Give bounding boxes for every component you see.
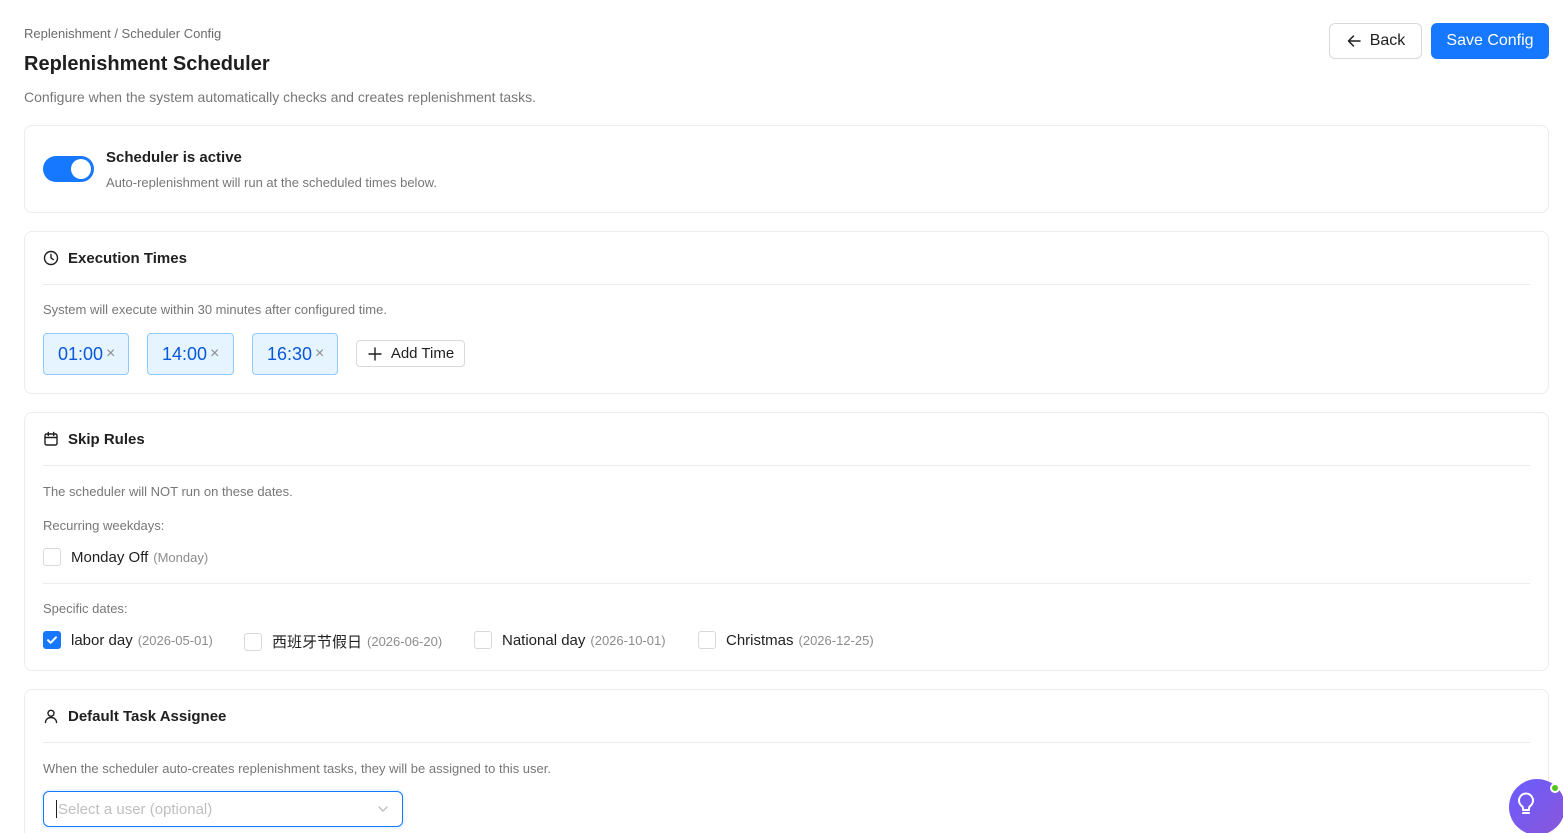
checkbox-label: National day (502, 631, 586, 649)
close-icon[interactable]: × (315, 345, 324, 363)
default-assignee-title: Default Task Assignee (68, 707, 227, 725)
checkbox-label: Monday Off (71, 548, 149, 566)
page-description: Configure when the system automatically … (24, 89, 537, 105)
lightbulb-icon (1514, 791, 1538, 817)
default-assignee-card: Default Task Assignee When the scheduler… (24, 689, 1549, 833)
save-config-button[interactable]: Save Config (1431, 23, 1549, 59)
scheduler-toggle[interactable] (43, 156, 94, 182)
checkbox[interactable] (244, 632, 262, 651)
execution-times-header: Execution Times (43, 232, 1530, 285)
close-icon[interactable]: × (210, 345, 219, 363)
checkbox-label: 西班牙节假日 (272, 634, 363, 651)
default-assignee-description: When the scheduler auto-creates replenis… (43, 761, 551, 776)
execution-times-title: Execution Times (68, 249, 187, 267)
time-tag-1400: 14:00 × (147, 333, 234, 375)
page-title: Replenishment Scheduler (24, 53, 270, 75)
date-checkbox-christmas[interactable]: Christmas (2026-12-25) (698, 631, 874, 649)
add-time-label: Add Time (390, 345, 455, 362)
date-checkbox-national-day[interactable]: National day (2026-10-01) (474, 631, 666, 649)
weekday-checkbox-monday[interactable]: Monday Off (Monday) (43, 548, 208, 566)
date-checkbox-spain-holiday[interactable]: 西班牙节假日 (2026-06-20) (244, 631, 442, 652)
skip-rules-card: Skip Rules The scheduler will NOT run on… (24, 412, 1549, 671)
plus-icon (367, 346, 383, 362)
calendar-icon (43, 431, 59, 447)
checkbox-hint: (Monday) (153, 549, 209, 565)
time-tag-value: 14:00 (162, 343, 208, 364)
assignee-select[interactable]: Select a user (optional) (43, 791, 403, 827)
execution-times-description: System will execute within 30 minutes af… (43, 302, 387, 317)
back-button-label: Back (1369, 32, 1406, 49)
checkbox-hint: (2026-12-25) (798, 632, 874, 648)
user-icon (43, 708, 59, 724)
scheduler-status-title: Scheduler is active (106, 149, 242, 166)
checkbox-hint: (2026-06-20) (367, 634, 443, 649)
checkbox[interactable] (43, 631, 61, 649)
text-caret (56, 800, 57, 818)
clock-icon (43, 250, 59, 266)
checkbox[interactable] (698, 631, 716, 649)
checkbox-hint: (2026-10-01) (590, 632, 666, 648)
time-tag-1630: 16:30 × (252, 333, 338, 375)
execution-times-card: Execution Times System will execute with… (24, 231, 1549, 394)
back-button[interactable]: Back (1329, 23, 1422, 59)
time-tag-value: 01:00 (58, 343, 104, 364)
checkbox[interactable] (474, 631, 492, 649)
skip-rules-header: Skip Rules (43, 413, 1530, 466)
checkbox[interactable] (43, 548, 61, 566)
check-icon (47, 636, 57, 644)
section-divider (43, 583, 1530, 584)
checkbox-label: Christmas (726, 631, 794, 649)
close-icon[interactable]: × (106, 345, 115, 363)
assignee-select-placeholder: Select a user (optional) (58, 800, 213, 818)
status-dot (1550, 783, 1560, 793)
date-checkbox-labor-day[interactable]: labor day (2026-05-01) (43, 631, 213, 649)
recurring-weekdays-label: Recurring weekdays: (43, 518, 165, 533)
chevron-down-icon[interactable] (376, 802, 390, 820)
arrow-left-icon (1346, 33, 1362, 49)
scheduler-status-description: Auto-replenishment will run at the sched… (106, 175, 437, 190)
time-tag-value: 16:30 (267, 343, 313, 364)
checkbox-label: labor day (71, 631, 133, 649)
toggle-knob (71, 159, 91, 179)
specific-dates-label: Specific dates: (43, 601, 128, 616)
breadcrumb: Replenishment / Scheduler Config (24, 26, 222, 41)
skip-rules-title: Skip Rules (68, 430, 145, 448)
skip-rules-description: The scheduler will NOT run on these date… (43, 484, 293, 499)
checkbox-hint: (2026-05-01) (137, 632, 213, 648)
default-assignee-header: Default Task Assignee (43, 690, 1530, 743)
add-time-button[interactable]: Add Time (356, 340, 465, 367)
scheduler-status-card: Scheduler is active Auto-replenishment w… (24, 125, 1549, 213)
time-tag-0100: 01:00 × (43, 333, 129, 375)
